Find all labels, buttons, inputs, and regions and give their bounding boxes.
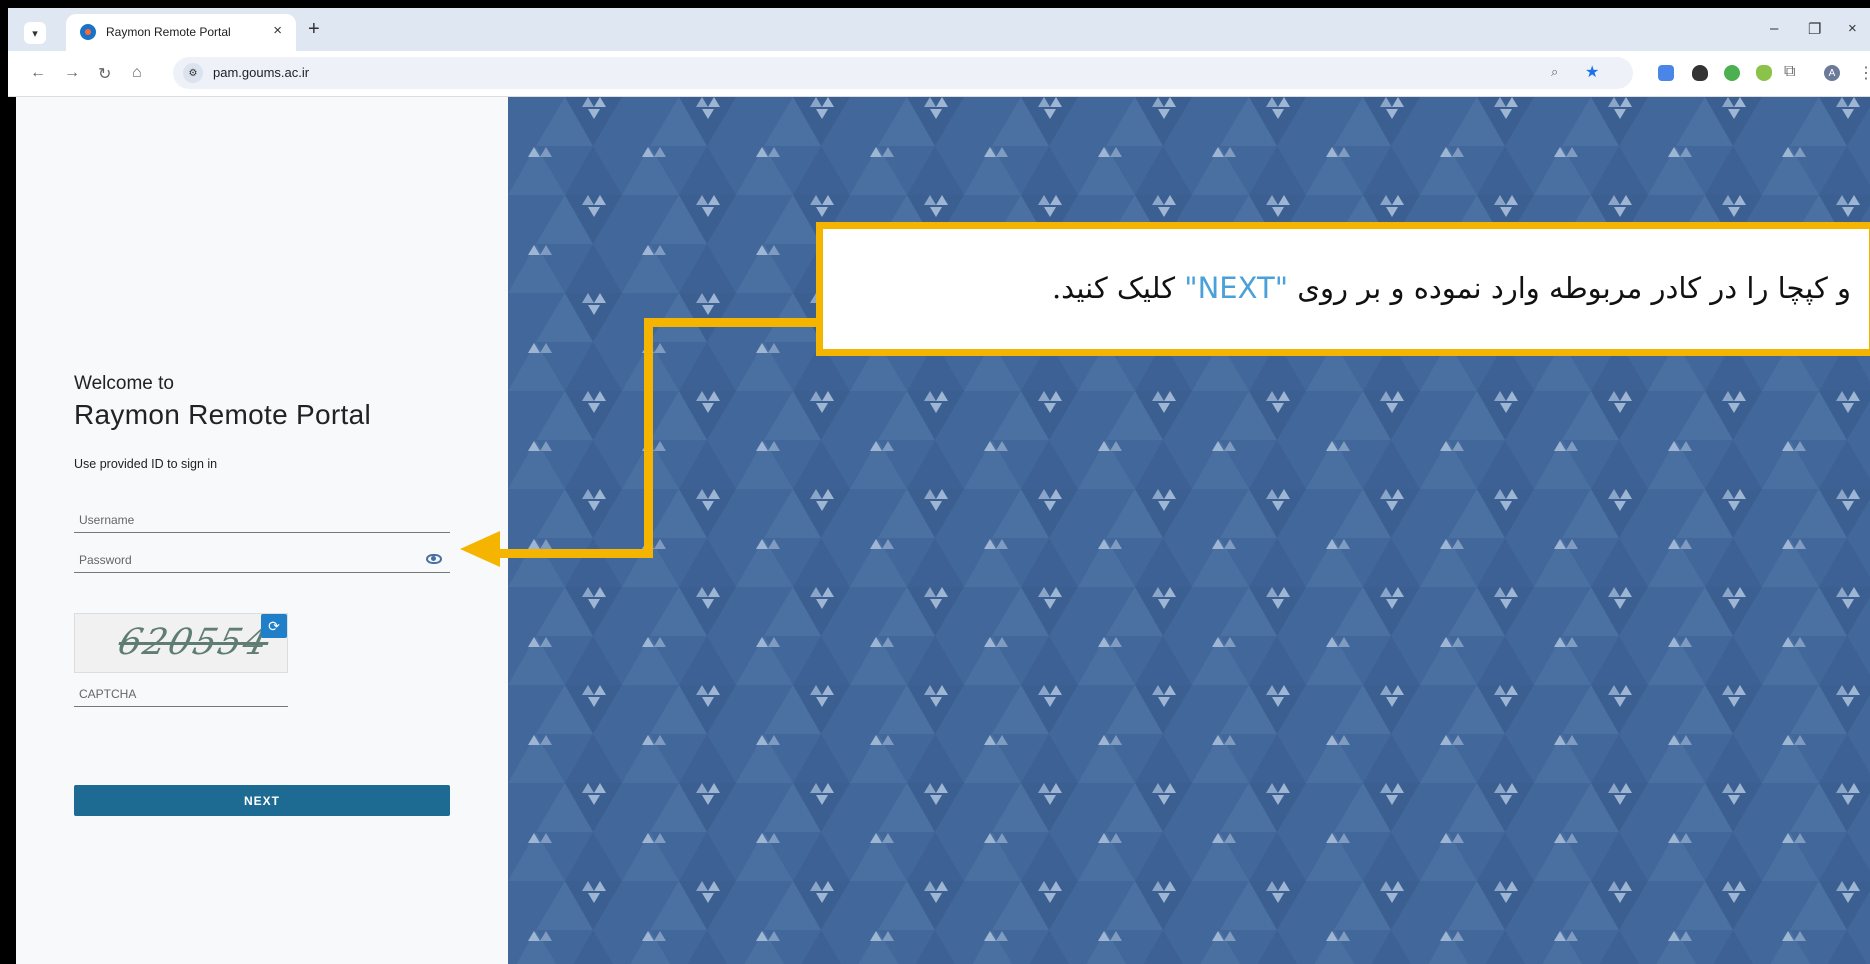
menu-icon[interactable]: ⋮	[1858, 63, 1870, 83]
tab-title: Raymon Remote Portal	[106, 25, 231, 39]
username-placeholder: Username	[79, 513, 135, 527]
screen: ▾ Raymon Remote Portal × + – ❐ × ← → ↻ ⌂…	[0, 0, 1870, 964]
browser-tab[interactable]: Raymon Remote Portal ×	[66, 14, 296, 51]
reload-icon[interactable]: ↻	[98, 64, 111, 84]
captcha-refresh-icon[interactable]: ⟳	[261, 614, 287, 638]
extensions-puzzle-icon[interactable]: ⧉	[1784, 63, 1795, 81]
url-text[interactable]: pam.goums.ac.ir	[213, 65, 309, 80]
captcha-image-text: 620554	[113, 622, 274, 663]
portal-title: Raymon Remote Portal	[74, 399, 372, 430]
back-icon[interactable]: ←	[30, 64, 46, 82]
address-bar[interactable]: ⚙ pam.goums.ac.ir ⌕ ★	[173, 57, 1633, 89]
shield-extension-icon[interactable]	[1692, 65, 1708, 81]
translate-extension-icon[interactable]	[1658, 65, 1674, 81]
show-password-icon[interactable]	[426, 554, 442, 564]
arrow-connector	[644, 318, 824, 327]
profile-avatar[interactable]: A	[1824, 65, 1840, 81]
password-field[interactable]: Password	[74, 549, 450, 573]
bookmark-star-icon[interactable]: ★	[1585, 62, 1599, 82]
arrow-head-icon	[460, 531, 500, 567]
password-placeholder: Password	[79, 553, 132, 567]
next-button[interactable]: NEXT	[74, 785, 450, 816]
sign-in-hint: Use provided ID to sign in	[74, 457, 218, 471]
tab-close-icon[interactable]: ×	[273, 22, 282, 39]
welcome-text: Welcome to	[74, 373, 174, 394]
site-info-icon[interactable]: ⚙	[183, 63, 203, 83]
instruction-text: و کپچا را در کادر مربوطه وارد نموده و بر…	[1052, 271, 1851, 305]
login-panel: Welcome to Raymon Remote Portal Use prov…	[16, 97, 508, 964]
captcha-image: 620554	[74, 613, 288, 673]
home-icon[interactable]: ⌂	[132, 64, 142, 82]
instruction-highlight: "NEXT"	[1184, 271, 1289, 305]
restore-button[interactable]: ❐	[1808, 20, 1821, 38]
arrow-connector-vertical	[644, 318, 653, 558]
arrow-shaft	[495, 549, 653, 558]
window-close-button[interactable]: ×	[1848, 20, 1857, 37]
username-field[interactable]: Username	[74, 509, 450, 533]
tab-search-icon[interactable]: ▾	[24, 22, 46, 44]
instruction-part-1: و کپچا را در کادر مربوطه وارد نموده و بر…	[1288, 271, 1851, 305]
instruction-part-2: کلیک کنید.	[1051, 271, 1185, 305]
forward-icon[interactable]: →	[64, 64, 80, 82]
extension-icon[interactable]	[1724, 65, 1740, 81]
new-tab-button[interactable]: +	[308, 19, 320, 39]
browser-tabstrip: ▾ Raymon Remote Portal × + – ❐ ×	[8, 8, 1870, 51]
instruction-callout: و کپچا را در کادر مربوطه وارد نموده و بر…	[816, 222, 1870, 356]
favicon-icon	[80, 24, 96, 40]
security-extension-icon[interactable]	[1756, 65, 1772, 81]
minimize-button[interactable]: –	[1770, 20, 1778, 37]
captcha-placeholder: CAPTCHA	[79, 687, 137, 701]
browser-toolbar: ← → ↻ ⌂ ⚙ pam.goums.ac.ir ⌕ ★ ⧉ A ⋮	[8, 51, 1870, 97]
zoom-icon[interactable]: ⌕	[1551, 64, 1558, 80]
captcha-field[interactable]: CAPTCHA	[74, 683, 288, 707]
